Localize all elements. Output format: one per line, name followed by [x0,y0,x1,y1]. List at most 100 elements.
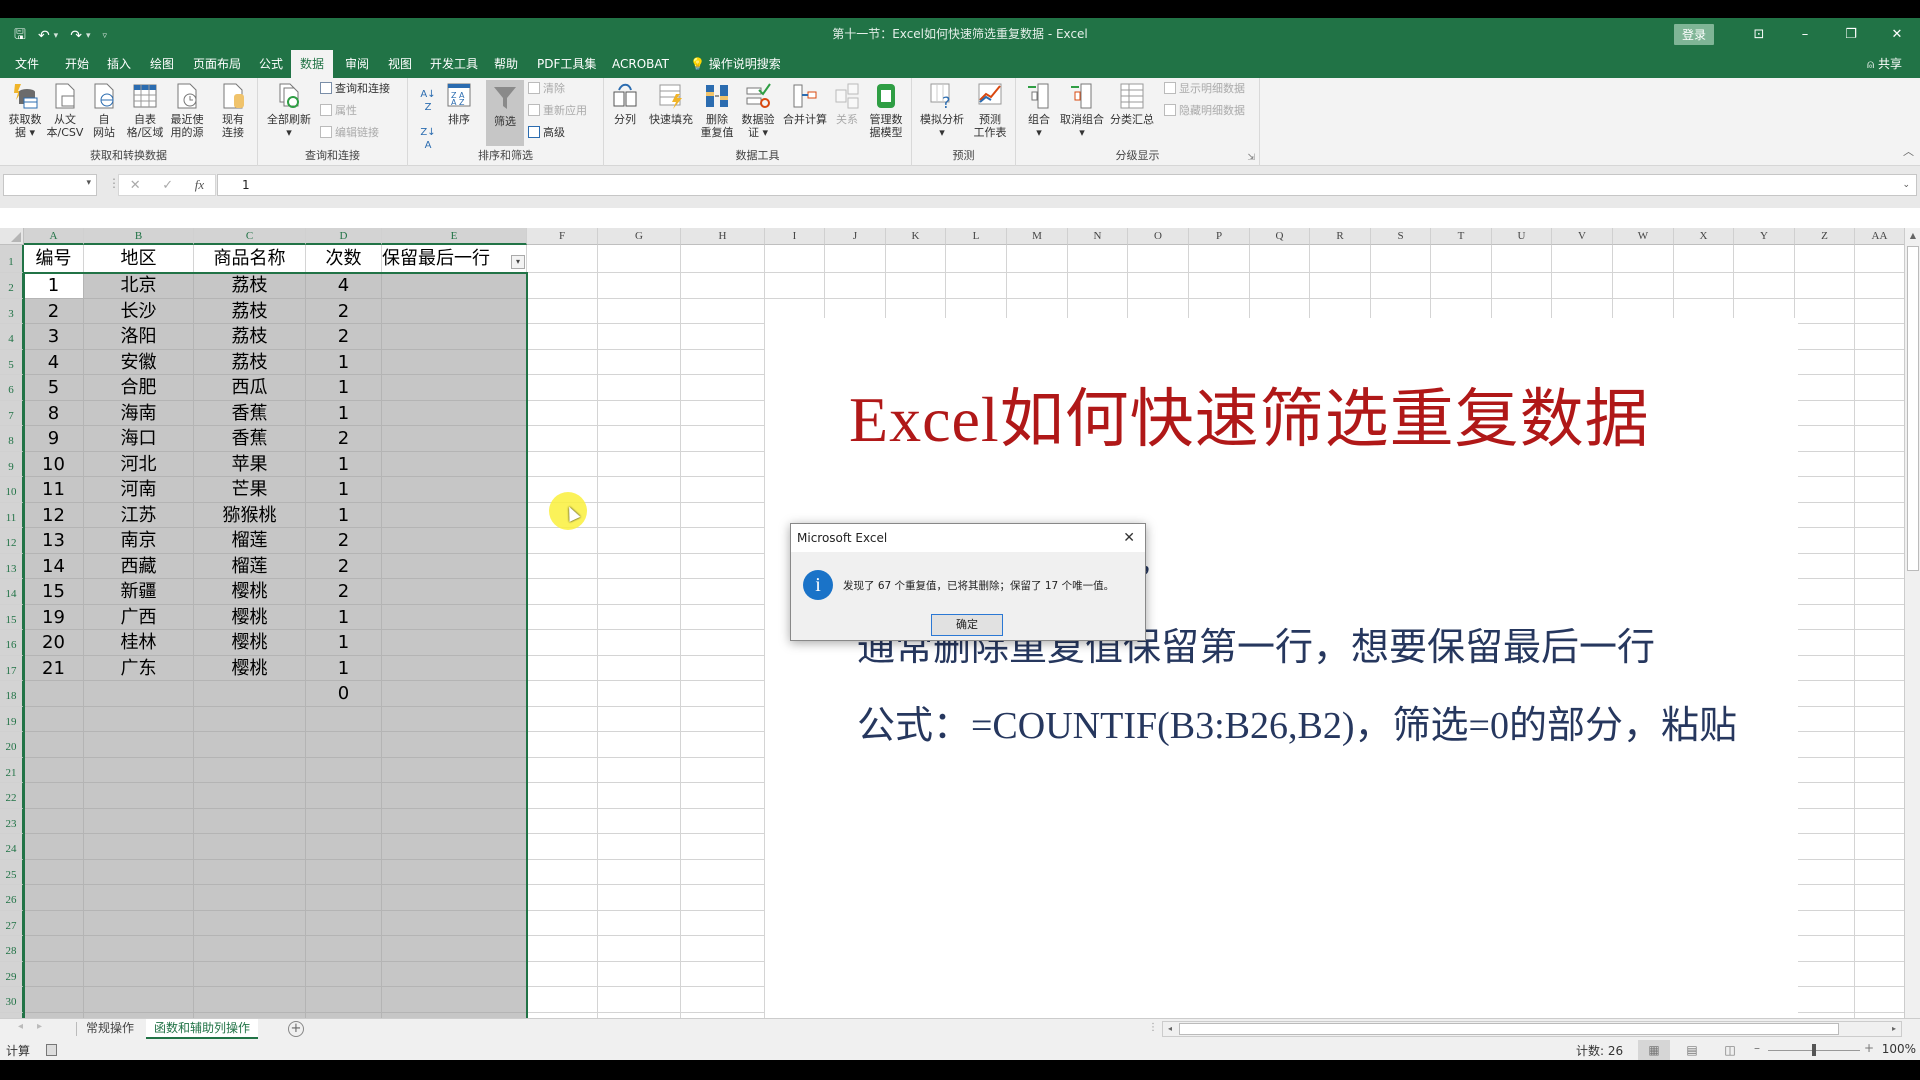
cell-d22[interactable] [306,783,382,809]
cell-h14[interactable] [681,579,765,605]
cell-c25[interactable] [194,859,306,885]
cell-h29[interactable] [681,961,765,987]
column-header-i[interactable]: I [765,228,825,245]
advanced-filter-button[interactable]: 高级 [528,124,565,142]
cell-c3[interactable]: 荔枝 [194,298,306,324]
tab-formulas[interactable]: 公式 [253,50,289,78]
column-header-v[interactable]: V [1552,228,1613,245]
cell-g23[interactable] [598,808,681,834]
row-header[interactable]: 6 [0,375,24,401]
cell-c24[interactable] [194,834,306,860]
from-text-csv-button[interactable]: 从文 本/CSV [46,82,84,139]
cell-f13[interactable] [527,553,598,579]
cell-h5[interactable] [681,349,765,375]
tell-me-search[interactable]: 💡 操作说明搜索 [690,50,781,78]
chevron-down-icon[interactable]: ▾ [86,178,91,188]
row-header[interactable]: 22 [0,783,24,809]
consolidate-button[interactable]: 合并计算 [782,82,828,126]
cell-b30[interactable] [84,987,194,1013]
cell-f8[interactable] [527,426,598,452]
cell-d20[interactable] [306,732,382,758]
sheet-nav-arrows[interactable]: ◂▸ [18,1021,56,1032]
cell-c30[interactable] [194,987,306,1013]
cell-b4[interactable]: 洛阳 [84,324,194,350]
cell-h26[interactable] [681,885,765,911]
cell-aa26[interactable] [1855,885,1905,911]
cell-d5[interactable]: 1 [306,349,382,375]
column-header-d[interactable]: D [306,228,382,245]
cell-b17[interactable]: 广东 [84,655,194,681]
cell-c28[interactable] [194,936,306,962]
cell-e10[interactable] [382,477,527,503]
cell-g14[interactable] [598,579,681,605]
cell-h3[interactable] [681,298,765,324]
clear-filter-button[interactable]: 清除 [528,80,565,98]
cell-g11[interactable] [598,502,681,528]
cell-s1[interactable] [1371,245,1431,273]
row-header[interactable]: 12 [0,528,24,554]
cell-c10[interactable]: 芒果 [194,477,306,503]
cell-aa20[interactable] [1855,732,1905,758]
page-break-view-icon[interactable]: ◫ [1714,1040,1746,1060]
column-header-f[interactable]: F [527,228,598,245]
cell-g26[interactable] [598,885,681,911]
cell-r2[interactable] [1310,273,1371,299]
cell-q2[interactable] [1250,273,1310,299]
cell-g15[interactable] [598,604,681,630]
cell-c6[interactable]: 西瓜 [194,375,306,401]
cell-d24[interactable] [306,834,382,860]
cell-z8[interactable] [1795,426,1855,452]
refresh-all-button[interactable]: 全部刷新 ▾ [264,82,314,139]
share-button[interactable]: ⍝ 共享 [1867,50,1902,78]
cell-g5[interactable] [598,349,681,375]
cell-z30[interactable] [1795,987,1855,1013]
data-validation-button[interactable]: 数据验 证 ▾ [738,82,778,139]
cell-z19[interactable] [1795,706,1855,732]
cell-o2[interactable] [1128,273,1189,299]
cell-aa15[interactable] [1855,604,1905,630]
cell-h28[interactable] [681,936,765,962]
cell-z11[interactable] [1795,502,1855,528]
remove-duplicates-button[interactable]: 删除 重复值 [700,82,734,139]
cell-d9[interactable]: 1 [306,451,382,477]
cell-d7[interactable]: 1 [306,400,382,426]
row-header[interactable]: 27 [0,910,24,936]
cell-g30[interactable] [598,987,681,1013]
cell-a3[interactable]: 2 [24,298,84,324]
scroll-left-icon[interactable]: ◂ [1163,1022,1177,1036]
row-header[interactable]: 19 [0,706,24,732]
page-layout-view-icon[interactable]: ▤ [1676,1040,1708,1060]
column-header-p[interactable]: P [1189,228,1250,245]
row-header[interactable]: 11 [0,502,24,528]
cell-z13[interactable] [1795,553,1855,579]
cell-b13[interactable]: 西藏 [84,553,194,579]
cell-a24[interactable] [24,834,84,860]
cell-f22[interactable] [527,783,598,809]
cell-d12[interactable]: 2 [306,528,382,554]
cell-a16[interactable]: 20 [24,630,84,656]
cell-n1[interactable] [1068,245,1128,273]
row-header[interactable]: 25 [0,859,24,885]
select-all-button[interactable] [0,228,24,245]
cell-r1[interactable] [1310,245,1371,273]
close-icon[interactable]: ✕ [1123,524,1135,552]
get-data-button[interactable]: 获取数 据 ▾ [6,82,44,139]
formula-input[interactable]: 1 ⌄ [217,174,1917,196]
row-header[interactable]: 26 [0,885,24,911]
forecast-sheet-button[interactable]: 预测 工作表 [970,82,1010,139]
scroll-right-icon[interactable]: ▸ [1887,1022,1901,1036]
ungroup-button[interactable]: 取消组合 ▾ [1058,82,1106,139]
cell-b23[interactable] [84,808,194,834]
cell-a12[interactable]: 13 [24,528,84,554]
cell-e4[interactable] [382,324,527,350]
cell-e6[interactable] [382,375,527,401]
cell-d3[interactable]: 2 [306,298,382,324]
cell-v1[interactable] [1552,245,1613,273]
cell-a2[interactable]: 1 [24,273,84,299]
cell-d23[interactable] [306,808,382,834]
cell-a6[interactable]: 5 [24,375,84,401]
cell-a26[interactable] [24,885,84,911]
reapply-button[interactable]: 重新应用 [528,102,587,120]
cell-aa13[interactable] [1855,553,1905,579]
cell-a10[interactable]: 11 [24,477,84,503]
